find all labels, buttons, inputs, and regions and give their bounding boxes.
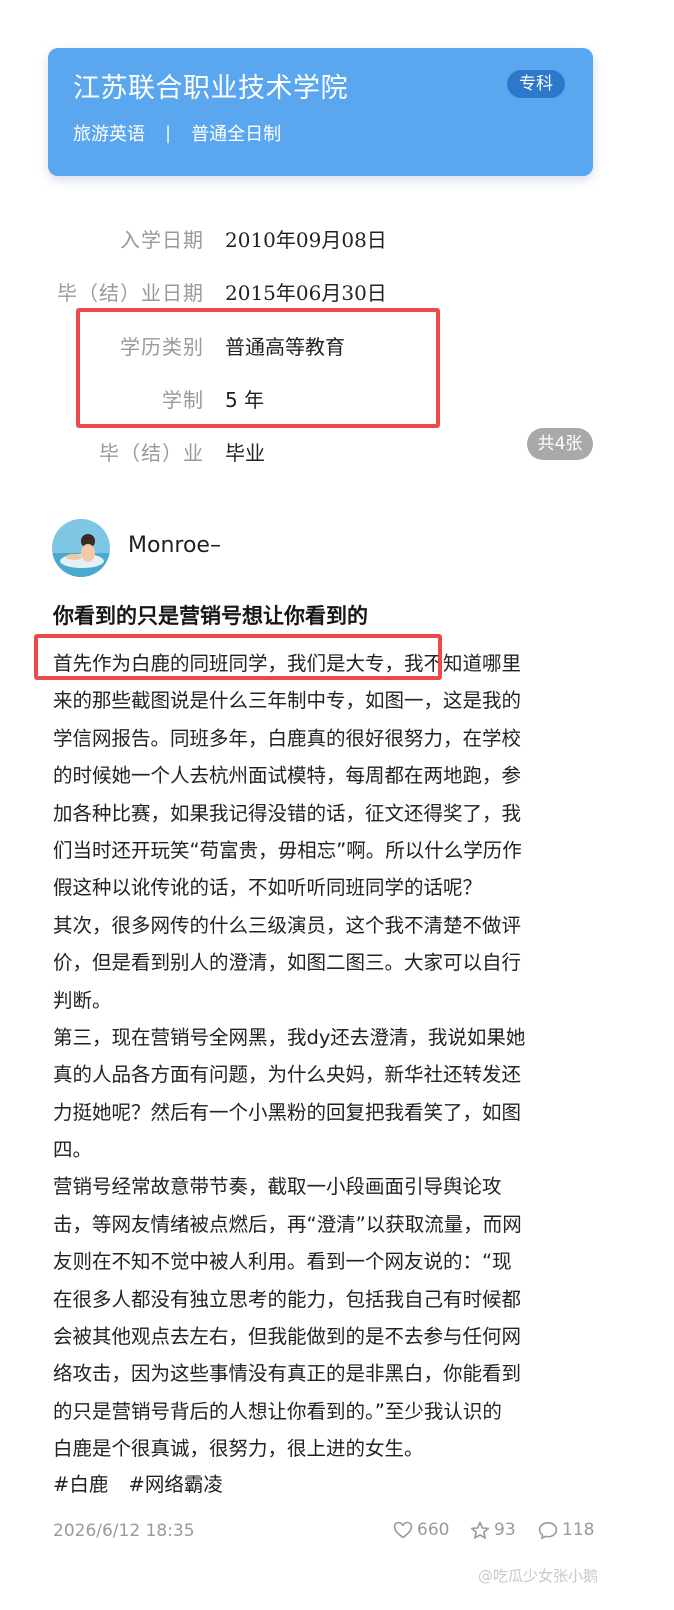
post-line: 白鹿是个很真诚，很努力，很上进的女生。 <box>53 1437 424 1461</box>
info-value: 2015年06月30日 <box>225 281 387 305</box>
post-line: 价，但是看到别人的澄清，如图二图三。大家可以自行 <box>53 951 522 975</box>
post-line: 加各种比赛，如果我记得没错的话，征文还得奖了，我 <box>53 801 522 825</box>
school-name: 江苏联合职业技术学院 <box>73 73 348 104</box>
info-label: 毕（结）业 <box>99 441 204 465</box>
study-mode: 普通全日制 <box>191 124 282 145</box>
info-row-enroll-date: 入学日期 2010年09月08日 <box>0 224 674 254</box>
avatar[interactable] <box>52 519 110 577</box>
post-line: 判断。 <box>53 988 112 1012</box>
username[interactable]: Monroe– <box>128 533 221 558</box>
highlight-box-education <box>76 308 440 428</box>
favorite-button[interactable]: 93 <box>470 1520 516 1540</box>
post-line: 营销号经常故意带节奏，截取一小段画面引导舆论攻 <box>53 1175 502 1199</box>
tag-list: #白鹿 #网络霸凌 <box>53 1468 237 1497</box>
like-count: 660 <box>417 1520 450 1540</box>
avatar-image <box>52 519 110 577</box>
post-line: 友则在不知不觉中被人利用。看到一个网友说的：“现 <box>53 1250 512 1274</box>
comment-icon <box>538 1521 558 1540</box>
separator: | <box>165 122 172 144</box>
major-row: 旅游英语 | 普通全日制 <box>73 120 281 146</box>
star-icon <box>470 1521 490 1539</box>
watermark: @吃瓜少女张小鹅 <box>478 1567 599 1585</box>
post-title: 你看到的只是营销号想让你看到的 <box>53 604 368 628</box>
highlight-box-classmate <box>34 634 442 680</box>
tag-cyberbullying[interactable]: #网络霸凌 <box>129 1473 223 1496</box>
post-line: 假这种以讹传讹的话，不如听听同班同学的话呢？ <box>53 876 483 900</box>
post-date: 2026/6/12 18:35 <box>53 1521 195 1541</box>
post-line: 来的那些截图说是什么三年制中专，如图一，这是我的 <box>53 689 522 713</box>
certificate-card: 江苏联合职业技术学院 专科 旅游英语 | 普通全日制 <box>48 48 593 176</box>
info-value: 2010年09月08日 <box>225 228 387 252</box>
favorite-count: 93 <box>494 1520 516 1540</box>
post-line: 第三，现在营销号全网黑，我dy还去澄清，我说如果她 <box>53 1025 526 1049</box>
post-line: 会被其他观点去左右，但我能做到的是不去参与任何网 <box>53 1325 522 1349</box>
post-line: 们当时还开玩笑“苟富贵，毋相忘”啊。所以什么学历作 <box>53 838 522 862</box>
comment-button[interactable]: 118 <box>538 1520 594 1540</box>
level-badge: 专科 <box>507 70 565 98</box>
post-line: 其次，很多网传的什么三级演员，这个我不清楚不做评 <box>53 913 522 937</box>
major-name: 旅游英语 <box>73 124 145 145</box>
post-line: 击，等网友情绪被点燃后，再“澄清”以获取流量，而网 <box>53 1212 522 1236</box>
like-button[interactable]: 660 <box>393 1520 449 1540</box>
info-row-graduate-date: 毕（结）业日期 2015年06月30日 <box>0 277 674 307</box>
image-count-badge[interactable]: 共4张 <box>527 428 593 460</box>
post-line: 力挺她呢？然后有一个小黑粉的回复把我看笑了，如图 <box>53 1100 522 1124</box>
post-body: 首先作为白鹿的同班同学，我们是大专，我不知道哪里 来的那些截图说是什么三年制中专… <box>53 645 588 1468</box>
post-line: 四。 <box>53 1138 93 1162</box>
post-line: 真的人品各方面有问题，为什么央妈，新华社还转发还 <box>53 1063 522 1087</box>
heart-icon <box>393 1521 413 1539</box>
post-line: 的时候她一个人去杭州面试模特，每周都在两地跑，参 <box>53 764 522 788</box>
info-label: 入学日期 <box>120 228 204 252</box>
post-line: 在很多人都没有独立思考的能力，包括我自己有时候都 <box>53 1287 522 1311</box>
post-line: 学信网报告。同班多年，白鹿真的很好很努力，在学校 <box>53 726 522 750</box>
info-value: 毕业 <box>225 441 265 465</box>
post-line: 的只是营销号背后的人想让你看到的。”至少我认识的 <box>53 1399 502 1423</box>
info-label: 毕（结）业日期 <box>57 281 204 305</box>
comment-count: 118 <box>562 1520 595 1540</box>
tag-bailu[interactable]: #白鹿 <box>53 1473 108 1496</box>
post-line: 络攻击，因为这些事情没有真正的是非黑白，你能看到 <box>53 1362 522 1386</box>
